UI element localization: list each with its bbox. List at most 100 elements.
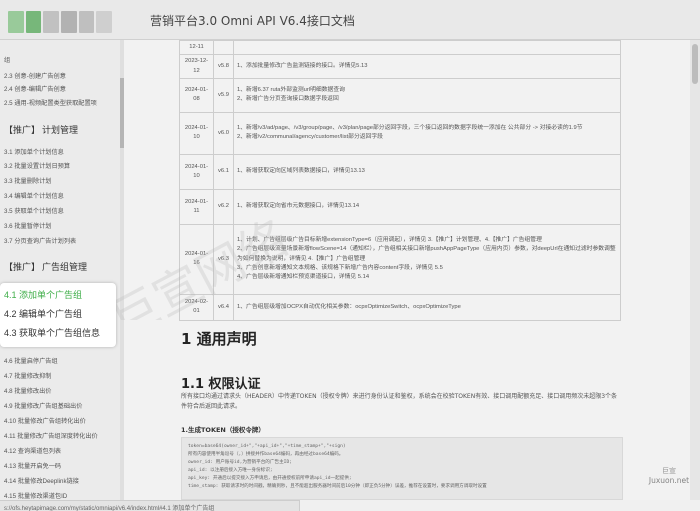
heading-auth: 1.1 权限认证 [181, 377, 261, 392]
code-block: token=base64(owner_id+","+api_id+","+tim… [181, 437, 623, 500]
changelog-desc-line: 1、广告组层级增加OCPX自动优化相关参数：ocpxOptimizeSwitch… [237, 303, 461, 310]
toc-item[interactable]: 4.14 批量修改Deeplink链接 [4, 476, 79, 485]
toc-item[interactable]: 4.3 获取单个广告组信息 [4, 326, 100, 339]
changelog-desc [233, 40, 621, 56]
changelog-date: 2023-12-12 [179, 54, 214, 79]
logo-block [8, 11, 24, 33]
changelog-version: v5.9 [213, 77, 234, 113]
changelog-desc: 1、新增获取定向区域列表数据接口，详情见13.13 [233, 153, 621, 190]
code-line: 所有内容使用半角逗号（,）拼接并作base64编码，再由经过base64编码。 [188, 452, 344, 458]
toc-item[interactable]: 3.7 分页查询广告计划列表 [4, 236, 76, 245]
heading-general-statement: 1 通用声明 [181, 330, 257, 348]
logo-block [78, 11, 95, 33]
toc-item[interactable]: 2.5 通用-视频配置类型获取配置项 [4, 98, 97, 107]
toc-item[interactable]: 4.11 批量修改广告组深度转化出价 [4, 431, 98, 440]
changelog-desc-line: 1、新增获取定向区域列表数据接口，详情见13.13 [237, 168, 365, 175]
code-line: api_key: 开通后以提交接入方申请后，由开通授权前所申请api_id一起提… [188, 476, 352, 482]
top-header: 营销平台3.0 Omni API V6.4接口文档 [0, 0, 700, 40]
changelog-row: 2024-01-16 v6.3 1、计划、广告组层级广告目标新增extensionT… [179, 223, 621, 295]
changelog-date: 12-11 [179, 40, 214, 56]
toc-item[interactable]: 2.4 创意-编辑广告创意 [4, 84, 66, 93]
changelog-row: 2024-01-08 v5.9 1、新增6.37 ruta外部监测url明细数据查询… [179, 77, 621, 113]
changelog-version: v6.0 [213, 111, 234, 155]
changelog-desc-line: 1、添加批量修改广告监测链接的接口。详情见5.13 [237, 62, 368, 69]
toc-item[interactable]: 3.3 批量删除计划 [4, 176, 51, 185]
toc-item[interactable]: 4.12 查询渠道包列表 [4, 446, 61, 455]
changelog-desc-line: 4、广告层级新增通知栏预览渠道接口，详情见 5.14 [237, 274, 370, 281]
changelog-date: 2024-01-11 [179, 188, 214, 225]
changelog-row: 2024-02-01 v6.4 1、广告组层级增加OCPX自动优化相关参数：ocpx… [179, 293, 621, 321]
toc-item[interactable]: 4.8 批量修改出价 [4, 386, 51, 395]
changelog-row: 2024-01-11 v6.2 1、新增获取定向省市元数据接口，详情见13.14 [179, 188, 621, 225]
logo-block [96, 11, 113, 33]
main-scrollbar[interactable] [690, 40, 700, 500]
changelog-row: 12-11 [179, 40, 621, 56]
code-line: api_id: 以注册后接入方唯一身份标识; [188, 468, 273, 474]
changelog-desc: 1、计划、广告组层级广告目标新增extensionType=6（应用调起），详情… [233, 223, 621, 295]
section-tag: 【推广】 [4, 262, 41, 272]
code-line: time_stamp: 获取请求时的时间戳，精确到秒，且不能超出服务器时间前后1… [188, 484, 487, 490]
toc-item-active[interactable]: 4.1 添加单个广告组 [4, 288, 82, 301]
doc-content: 12-11 2023-12-12 v5.8 1、添加批量修改广告监测链接的接口。详情见… [124, 40, 690, 500]
changelog-desc: 1、广告组层级增加OCPX自动优化相关参数：ocpxOptimizeSwitch… [233, 293, 621, 321]
changelog-date: 2024-02-01 [179, 293, 214, 321]
toc-section-adgroup-management[interactable]: 【推广】 广告组管理 [4, 260, 87, 273]
logo [8, 11, 113, 33]
changelog-version [213, 40, 234, 56]
corner-brand-logo: 巨宣 Juxuon.net [644, 466, 694, 494]
changelog-row: 2024-01-10 v6.0 1、新增/v3/ad/page、/v3/group/… [179, 111, 621, 155]
main-scrollbar-thumb[interactable] [692, 44, 698, 84]
section-tag: 【推广】 [4, 125, 41, 135]
changelog-desc: 1、新增6.37 ruta外部监测url明细数据查询 2、新增广告分页查询接口数据… [233, 77, 621, 113]
changelog-version: v6.1 [213, 153, 234, 190]
logo-block [25, 11, 42, 33]
section-name: 广告组管理 [42, 262, 88, 272]
toc-item[interactable]: 4.10 批量修改广告组转化出价 [4, 416, 86, 425]
changelog-version: v6.4 [213, 293, 234, 321]
changelog-desc-line: 1、新增获取定向省市元数据接口，详情见13.14 [237, 203, 360, 210]
section-name: 计划管理 [42, 125, 79, 135]
changelog-date: 2024-01-16 [179, 223, 214, 295]
heading-generate-token: 1.生成TOKEN（授权令牌） [181, 426, 265, 434]
page: 营销平台3.0 Omni API V6.4接口文档 组 2.3 创意-创建广告创意… [0, 0, 700, 511]
page-title: 营销平台3.0 Omni API V6.4接口文档 [150, 14, 355, 28]
changelog-desc-line: 2、新增/v2/communal/agency/customer/list部分返… [237, 134, 383, 141]
toc-item[interactable]: 4.2 编辑单个广告组 [4, 307, 82, 320]
toc-item[interactable]: 组 [4, 55, 10, 64]
toc-item[interactable]: 4.9 批量修改广告组基础出价 [4, 401, 82, 410]
changelog-desc: 1、新增/v3/ad/page、/v3/group/page、/v3/plan/… [233, 111, 621, 155]
toc-item[interactable]: 4.13 批量开启免一码 [4, 461, 61, 470]
toc-item[interactable]: 3.2 批量设置计划日预算 [4, 161, 70, 170]
status-bar-url: s://ofs.heytapimage.com/my/static/omniap… [0, 500, 300, 511]
changelog-date: 2024-01-10 [179, 153, 214, 190]
toc-item[interactable]: 4.6 批量启停广告组 [4, 356, 58, 365]
changelog-desc-line: 2、广告组层级流量场景新增flowScene=14（通知栏），广告组相关接口新增… [237, 246, 616, 262]
changelog-row: 2024-01-10 v6.1 1、新增获取定向区域列表数据接口，详情见13.13 [179, 153, 621, 190]
changelog-desc-line: 1、计划、广告组层级广告目标新增extensionType=6（应用调起），详情… [237, 237, 542, 244]
toc-item[interactable]: 4.15 批量修改渠道包ID [4, 491, 67, 500]
changelog-desc-line: 1、新增6.37 ruta外部监测url明细数据查询 [237, 87, 345, 94]
toc-item[interactable]: 3.5 获取单个计划信息 [4, 206, 64, 215]
auth-paragraph: 所有接口均通过请求头（HEADER）中传递TOKEN（授权令牌）来进行身份认证和… [181, 393, 618, 411]
toc-item[interactable]: 2.3 创意-创建广告创意 [4, 71, 66, 80]
changelog-date: 2024-01-10 [179, 111, 214, 155]
logo-block [61, 11, 77, 33]
toc-item[interactable]: 3.4 编辑单个计划信息 [4, 191, 64, 200]
code-line: owner_id: 用户账号id,为营销平台的广告主ID; [188, 460, 292, 466]
brand-line1: 巨宣 [662, 467, 676, 475]
changelog-row: 2023-12-12 v5.8 1、添加批量修改广告监测链接的接口。详情见5.13 [179, 54, 621, 79]
changelog-desc-line: 3、广告创意新增通知文本规格、该规格下新增广告内容content字段，详情见 5… [237, 264, 443, 271]
changelog-desc-line: 2、新增广告分页查询接口数据字段返回 [237, 96, 339, 103]
logo-block [43, 11, 60, 33]
changelog-desc: 1、新增获取定向省市元数据接口，详情见13.14 [233, 188, 621, 225]
toc-section-plan-management[interactable]: 【推广】 计划管理 [4, 123, 78, 136]
toc-item[interactable]: 3.6 批量暂停计划 [4, 221, 51, 230]
toc-sidebar: 组 2.3 创意-创建广告创意 2.4 创意-编辑广告创意 2.5 通用-视频配置类型… [0, 40, 124, 500]
toc-highlight-box: 4.1 添加单个广告组 4.2 编辑单个广告组 4.3 获取单个广告组信息 [0, 283, 116, 347]
changelog-date: 2024-01-08 [179, 77, 214, 113]
toc-item[interactable]: 3.1 添加单个计划信息 [4, 147, 64, 156]
code-line: token=base64(owner_id+","+api_id+","+tim… [188, 444, 346, 449]
changelog-version: v6.2 [213, 188, 234, 225]
toc-item[interactable]: 4.7 批量修改抑制 [4, 371, 51, 380]
changelog-desc-line: 1、新增/v3/ad/page、/v3/group/page、/v3/plan/… [237, 125, 583, 132]
